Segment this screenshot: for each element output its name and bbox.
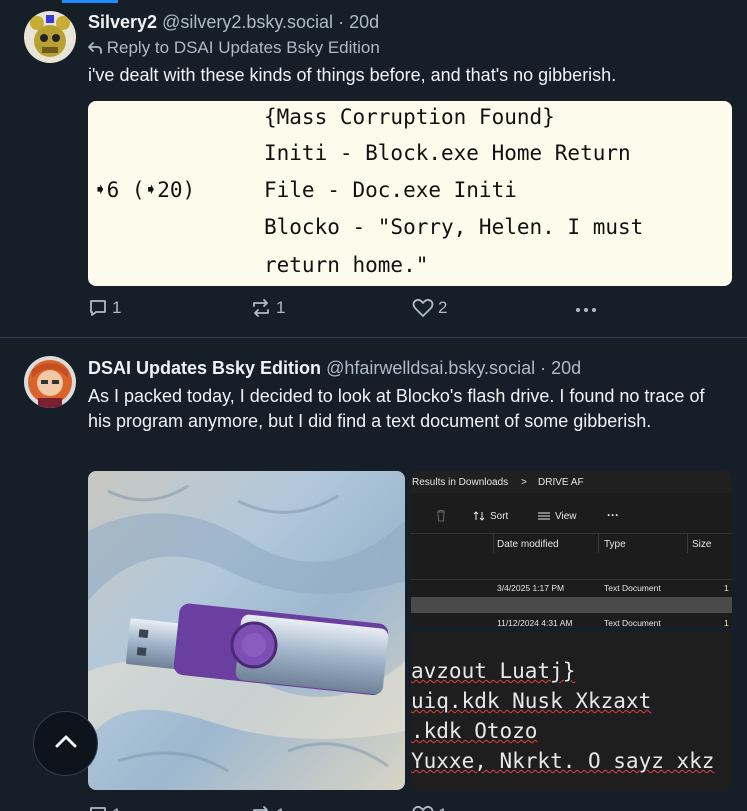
doc-text-line: uiq.kdk Nusk Xkzaxt [411,689,652,713]
post-silvery2[interactable]: Silvery2 @silvery2.bsky.social · 20d Rep… [0,0,747,338]
row-size: 1 [724,618,729,626]
repost-count: 1 [276,298,286,317]
post-time[interactable]: · 20d [540,358,581,378]
column-header-date: Date modified [497,539,559,550]
doc-text-line: avzout Luatj} [411,659,576,683]
image-text-line: File - Doc.exe Initi [264,178,517,202]
explorer-toolbar: Sort View ··· [411,500,732,532]
chevron-up-icon [55,734,77,753]
reply-button[interactable]: 1 [88,298,121,318]
row-size: 1 [724,583,729,593]
repost-count: 1 [276,805,285,811]
reply-count: 1 [112,805,121,811]
repost-button[interactable]: 1 [250,805,285,811]
post-image-text-document[interactable]: avzout Luatj} uiq.kdk Nusk Xkzaxt .kdk O… [411,632,732,790]
repost-button[interactable]: 1 [250,298,285,318]
table-row: 3/4/2025 1:17 PM Text Document 1 [411,579,732,597]
image-text-line: ➧6 (➧20) [94,178,196,202]
view-button: View [555,511,577,522]
more-icon [574,298,598,318]
breadcrumb-item: Results in Downloads [412,477,509,488]
comment-icon [88,805,108,811]
post-time[interactable]: · 20d [338,12,379,32]
row-type: Text Document [604,618,661,626]
like-count: 2 [438,298,448,317]
comment-icon [88,298,108,318]
row-date: 11/12/2024 4:31 AM [497,618,573,626]
reply-to-label[interactable]: Reply to DSAI Updates Bsky Edition [107,38,380,57]
repost-icon [250,298,272,318]
image-text-line: return home." [264,253,429,277]
post-image-file-explorer[interactable]: Results in Downloads > DRIVE AF Sort Vie… [411,471,732,626]
breadcrumb-separator: > [521,477,527,488]
post-dsai-updates[interactable]: DSAI Updates Bsky Edition @hfairwelldsai… [0,338,747,811]
heart-icon [412,805,434,811]
post-text: As I packed today, I decided to look at … [88,386,705,431]
column-header-type: Type [604,539,626,550]
image-text-line: Blocko - "Sorry, Helen. I must [264,215,644,239]
post-header: DSAI Updates Bsky Edition @hfairwelldsai… [88,358,581,379]
image-text-line: Initi - Block.exe Home Return [264,141,631,165]
table-row-selected [411,597,732,613]
image-text-line: {Mass Corruption Found} [264,105,555,129]
reply-count: 1 [112,298,122,317]
more-options-button[interactable] [574,298,598,318]
post-actions: 1 1 2 [88,298,628,322]
like-button[interactable]: 2 [412,298,447,318]
trash-icon [435,509,447,525]
explorer-column-headers: Date modified Type Size [411,533,732,559]
sort-icon [473,510,485,525]
row-date: 3/4/2025 1:17 PM [497,583,565,593]
avatar[interactable] [24,356,76,408]
like-count: 1 [438,805,447,811]
scroll-to-top-button[interactable] [33,711,98,776]
reply-context[interactable]: Reply to DSAI Updates Bsky Edition [88,38,380,58]
repost-icon [250,805,272,811]
post-image[interactable]: {Mass Corruption Found} Initi - Block.ex… [88,101,732,286]
author-handle[interactable]: @hfairwelldsai.bsky.social [326,358,535,378]
post-image-flash-drive[interactable] [88,471,405,790]
more-button: ··· [607,508,619,522]
heart-icon [412,298,434,318]
sort-button: Sort [490,511,509,522]
doc-text-line: .kdk Otozo [411,719,538,743]
author-handle[interactable]: @silvery2.bsky.social [162,12,333,32]
doc-text-line: Yuxxe, Nkrkt. O sayz xkz [411,749,715,773]
post-header: Silvery2 @silvery2.bsky.social · 20d [88,12,379,33]
row-type: Text Document [604,583,661,593]
breadcrumb-item: DRIVE AF [538,477,584,488]
post-text: i've dealt with these kinds of things be… [88,65,617,85]
author-name[interactable]: DSAI Updates Bsky Edition [88,358,321,378]
column-header-size: Size [692,539,712,550]
reply-button[interactable]: 1 [88,805,121,811]
reply-arrow-icon [88,38,107,57]
author-name[interactable]: Silvery2 [88,12,157,32]
table-row: 11/12/2024 4:31 AM Text Document 1 [411,617,732,626]
like-button[interactable]: 1 [412,805,447,811]
view-icon [537,510,551,525]
post-actions: 1 1 1 [88,805,628,811]
explorer-breadcrumb-bar: Results in Downloads > DRIVE AF [411,471,732,493]
avatar[interactable] [24,11,76,63]
